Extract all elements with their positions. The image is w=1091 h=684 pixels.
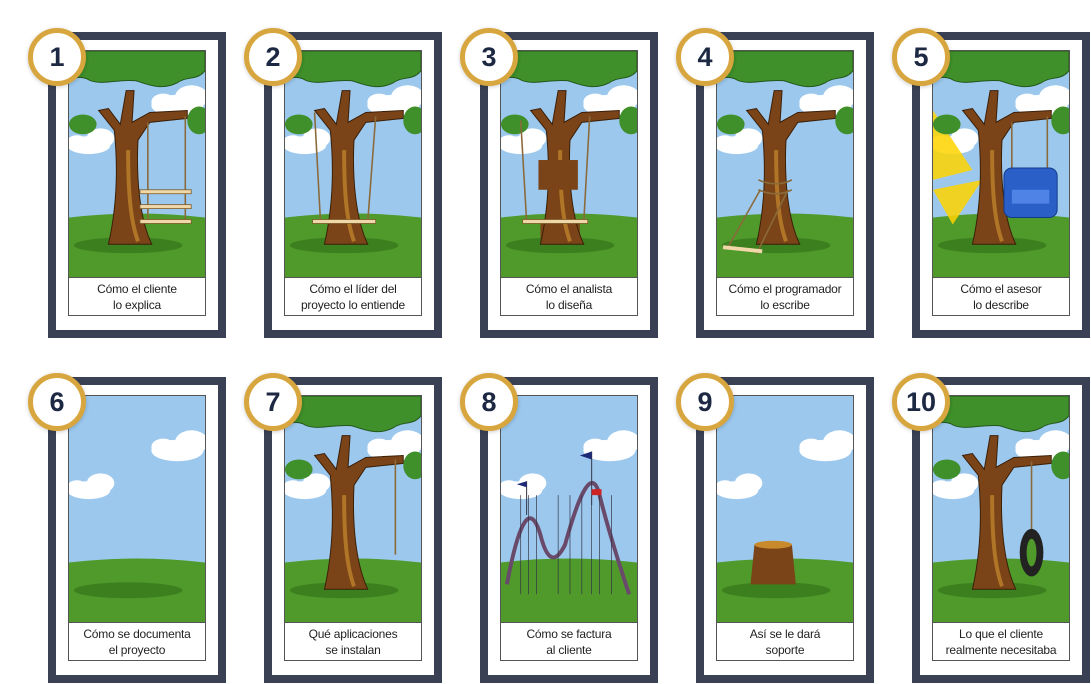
panel-number-badge: 3	[460, 28, 518, 86]
panel-number-badge: 6	[28, 373, 86, 431]
panel-inner: Cómo el líder del proyecto lo entiende	[272, 40, 434, 330]
panel-number-badge: 8	[460, 373, 518, 431]
panel-caption: Lo que el cliente realmente necesitaba	[932, 623, 1070, 661]
panel-caption: Cómo el programador lo escribe	[716, 278, 854, 316]
panel-picture	[716, 395, 854, 623]
panel-caption: Cómo se factura al cliente	[500, 623, 638, 661]
panel-inner: Cómo el cliente lo explica	[56, 40, 218, 330]
illustration-tire-swing	[933, 396, 1069, 622]
panel-picture	[500, 395, 638, 623]
panel-inner: Cómo el asesor lo describe	[920, 40, 1082, 330]
panel-picture	[284, 50, 422, 278]
panel-picture	[68, 395, 206, 623]
panel-picture	[716, 50, 854, 278]
panel-inner: Cómo el analista lo diseña	[488, 40, 650, 330]
panel-inner: Lo que el cliente realmente necesitaba	[920, 385, 1082, 675]
illustration-single-rope	[285, 396, 421, 622]
panel-inner: Cómo se documenta el proyecto	[56, 385, 218, 675]
panel-caption: Cómo el analista lo diseña	[500, 278, 638, 316]
illustration-empty-field	[69, 396, 205, 622]
panel-inner: Cómo el programador lo escribe	[704, 40, 866, 330]
panel-picture	[500, 50, 638, 278]
panel-picture	[284, 395, 422, 623]
illustration-stump	[717, 396, 853, 622]
panel-caption: Cómo se documenta el proyecto	[68, 623, 206, 661]
panel-number-badge: 2	[244, 28, 302, 86]
panel-inner: Así se le dará soporte	[704, 385, 866, 675]
illustration-roller-coaster	[501, 396, 637, 622]
panel-number-badge: 5	[892, 28, 950, 86]
panel-picture	[932, 395, 1070, 623]
panel-number-badge: 10	[892, 373, 950, 431]
panel-caption: Cómo el líder del proyecto lo entiende	[284, 278, 422, 316]
panel-number-badge: 1	[28, 28, 86, 86]
illustration-rope-tied-trunk	[717, 51, 853, 277]
illustration-armchair-swing	[933, 51, 1069, 277]
illustration-swing-three-boards	[69, 51, 205, 277]
panel-caption: Así se le dará soporte	[716, 623, 854, 661]
panel-number-badge: 4	[676, 28, 734, 86]
panel-number-badge: 7	[244, 373, 302, 431]
illustration-cut-trunk-swing	[501, 51, 637, 277]
panel-caption: Qué aplicaciones se instalan	[284, 623, 422, 661]
panel-picture	[932, 50, 1070, 278]
panel-picture	[68, 50, 206, 278]
illustration-swing-around-trunk	[285, 51, 421, 277]
panel-inner: Cómo se factura al cliente	[488, 385, 650, 675]
panel-caption: Cómo el cliente lo explica	[68, 278, 206, 316]
panel-caption: Cómo el asesor lo describe	[932, 278, 1070, 316]
panel-number-badge: 9	[676, 373, 734, 431]
panel-inner: Qué aplicaciones se instalan	[272, 385, 434, 675]
